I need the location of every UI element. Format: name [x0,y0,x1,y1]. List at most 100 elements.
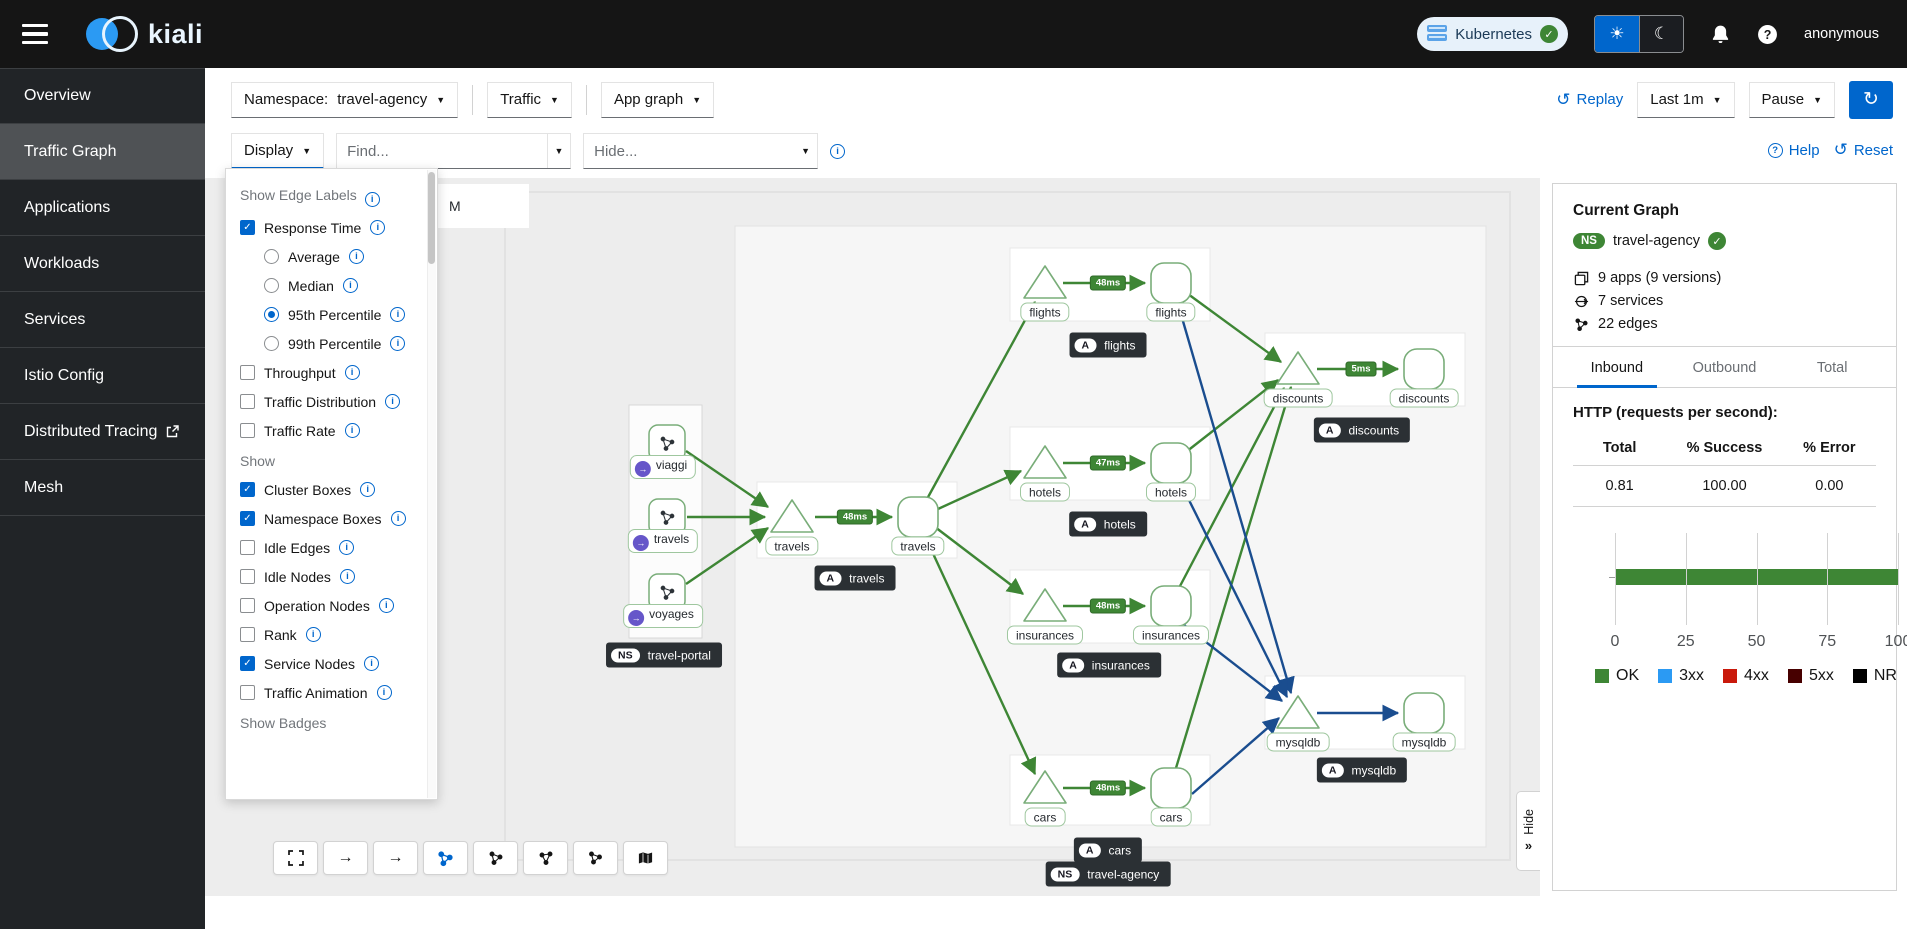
sidebar-item-applications[interactable]: Applications [0,180,205,236]
checkbox-checked-icon[interactable]: ✓ [240,482,255,497]
checkbox-icon[interactable] [240,540,255,555]
display-option-throughput[interactable]: Throughput i [226,358,437,387]
radio-selected-icon[interactable] [264,307,279,322]
display-option-cluster-boxes[interactable]: ✓ Cluster Boxes i [226,475,437,504]
info-icon[interactable]: i [390,511,406,526]
tab-outbound[interactable]: Outbound [1671,347,1779,387]
display-option-traffic-rate[interactable]: Traffic Rate i [226,416,437,445]
display-option-average[interactable]: Average i [226,242,437,271]
info-icon[interactable]: i [342,278,358,293]
hide-input[interactable] [584,134,794,168]
display-option-service-nodes[interactable]: ✓ Service Nodes i [226,649,437,678]
sidebar-item-distributed-tracing[interactable]: Distributed Tracing [0,404,205,460]
find-options-caret[interactable]: ▼ [546,134,570,168]
display-menu-button[interactable]: Display ▼ [231,133,325,169]
display-option-response-time[interactable]: ✓ Response Time i [226,213,437,242]
sidebar-item-traffic-graph[interactable]: Traffic Graph [0,124,205,180]
sidebar-item-services[interactable]: Services [0,292,205,348]
radio-icon[interactable] [264,336,279,351]
checkbox-icon[interactable] [240,423,255,438]
info-icon[interactable]: i [344,423,360,438]
checkbox-icon[interactable] [240,598,255,613]
help-icon[interactable]: ? [1757,24,1778,45]
info-icon[interactable]: i [378,598,394,613]
app-node-cars[interactable] [1150,767,1192,809]
info-icon[interactable]: i [390,336,406,351]
checkbox-icon[interactable] [240,627,255,642]
graph-help-button[interactable]: ? Help [1767,142,1820,159]
zoom-to-fit-button[interactable]: → [323,841,368,875]
info-icon[interactable]: i [385,394,401,409]
display-option-idle-edges[interactable]: Idle Edges i [226,533,437,562]
app-node-travels[interactable] [897,496,939,538]
display-option-operation-nodes[interactable]: Operation Nodes i [226,591,437,620]
layout-breadthfirst-button[interactable] [573,841,618,875]
minimap-toggle-button[interactable] [623,841,668,875]
fullscreen-button[interactable] [273,841,318,875]
info-icon[interactable]: i [339,569,355,584]
info-icon[interactable]: i [364,656,380,671]
radio-icon[interactable] [264,249,279,264]
cluster-badge[interactable]: Kubernetes ✓ [1417,17,1569,51]
sidebar-item-overview[interactable]: Overview [0,68,205,124]
checkbox-checked-icon[interactable]: ✓ [240,656,255,671]
sidebar-item-istio-config[interactable]: Istio Config [0,348,205,404]
display-option-traffic-animation[interactable]: Traffic Animation i [226,678,437,707]
replay-button[interactable]: ↺ Replay [1556,90,1623,110]
info-icon[interactable]: i [348,249,364,264]
display-option-95th-percentile[interactable]: 95th Percentile i [226,300,437,329]
layout-concentric-button[interactable] [523,841,568,875]
display-option-namespace-boxes[interactable]: ✓ Namespace Boxes i [226,504,437,533]
sidebar-item-mesh[interactable]: Mesh [0,460,205,516]
menu-toggle-icon[interactable] [22,24,48,44]
refresh-button[interactable]: ↻ [1849,80,1893,119]
interval-select[interactable]: Last 1m ▼ [1637,81,1735,118]
info-icon[interactable]: i [339,540,355,555]
hide-options-caret[interactable]: ▼ [794,134,817,168]
dark-theme-button[interactable]: ☾ [1639,16,1684,52]
info-icon[interactable]: i [360,482,376,497]
checkbox-icon[interactable] [240,569,255,584]
info-icon[interactable]: i [390,307,406,322]
layout-dagre-button[interactable] [423,841,468,875]
sidebar-item-workloads[interactable]: Workloads [0,236,205,292]
namespace-select[interactable]: Namespace: travel-agency ▼ [231,81,459,118]
checkbox-icon[interactable] [240,685,255,700]
display-option-idle-nodes[interactable]: Idle Nodes i [226,562,437,591]
summary-namespace[interactable]: travel-agency [1613,233,1700,249]
checkbox-checked-icon[interactable]: ✓ [240,511,255,526]
radio-icon[interactable] [264,278,279,293]
layout-grid-button[interactable] [473,841,518,875]
app-node-mysqldb[interactable] [1403,692,1445,734]
display-menu-scrollbar[interactable] [427,170,436,798]
app-node-hotels[interactable] [1150,442,1192,484]
info-icon[interactable]: i [370,220,386,235]
brand[interactable]: kiali [86,15,203,53]
info-icon[interactable]: i [364,192,380,207]
focus-selected-button[interactable]: → [373,841,418,875]
display-option-99th-percentile[interactable]: 99th Percentile i [226,329,437,358]
tab-total[interactable]: Total [1778,347,1886,387]
display-option-median[interactable]: Median i [226,271,437,300]
find-input[interactable] [337,134,547,168]
graph-reset-button[interactable]: ↺ Reset [1834,140,1893,160]
app-node-discounts[interactable] [1403,348,1445,390]
display-option-traffic-distribution[interactable]: Traffic Distribution i [226,387,437,416]
refresh-mode-select[interactable]: Pause ▼ [1748,81,1835,118]
checkbox-icon[interactable] [240,394,255,409]
find-hide-info-icon[interactable]: i [830,144,846,159]
info-icon[interactable]: i [305,627,321,642]
app-node-flights[interactable] [1150,262,1192,304]
hide-panel-tab[interactable]: Hide » [1516,791,1540,871]
checkbox-checked-icon[interactable]: ✓ [240,220,255,235]
display-option-rank[interactable]: Rank i [226,620,437,649]
tab-inbound[interactable]: Inbound [1563,347,1671,388]
info-icon[interactable]: i [344,365,360,380]
username[interactable]: anonymous [1804,26,1879,42]
light-theme-button[interactable]: ☀ [1595,16,1640,52]
graph-type-select[interactable]: App graph ▼ [600,81,715,118]
traffic-select[interactable]: Traffic ▼ [487,81,572,118]
info-icon[interactable]: i [376,685,392,700]
notifications-bell-icon[interactable] [1710,24,1731,45]
app-node-insurances[interactable] [1150,585,1192,627]
